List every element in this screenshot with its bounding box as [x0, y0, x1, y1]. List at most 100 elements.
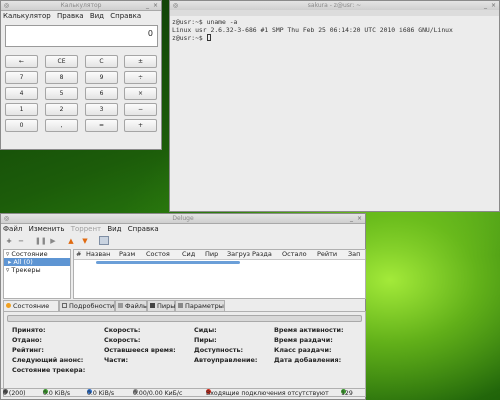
statusbar: 0 (200) 0.0 KiB/s 0.0 KiB/s 0.00/0.00 Kи…	[1, 388, 365, 399]
sidebar-trackers-label: Трекеры	[11, 266, 41, 274]
terminal-line: Linux usr 2.6.32-3-686 #1 SMP Thu Feb 25…	[172, 26, 453, 34]
status-field-label: Следующий анонс:	[12, 356, 84, 364]
calc-key-zero[interactable]: 0	[5, 119, 38, 132]
scrollbar-thumb[interactable]	[96, 261, 240, 264]
torrent-progress-bar	[7, 315, 362, 322]
menu-file[interactable]: Файл	[3, 225, 22, 233]
deluge-toolbar: + − ❚❚ ▶ ▲ ▼	[1, 234, 365, 248]
column-header[interactable]: Загруз	[227, 250, 250, 259]
terminal-prompt-line: z@usr:~$	[172, 34, 497, 42]
calc-key-six[interactable]: 6	[85, 87, 118, 100]
column-header[interactable]: Разм	[119, 250, 135, 259]
tab-options[interactable]: Параметры	[175, 300, 225, 311]
sidebar-header-trackers[interactable]: ▿ Трекеры	[4, 266, 70, 274]
sidebar-header-state[interactable]: ▿ Состояние	[4, 250, 70, 258]
torrent-list-header: # Назван Разм Состоя Сид Пир Загруз Разда Остало…	[74, 250, 365, 260]
menu-torrent[interactable]: Торрент	[71, 225, 101, 233]
calculator-window: ◎ Калькулятор _ × Калькулятор Правка Вид…	[0, 0, 162, 150]
menu-view[interactable]: Вид	[107, 225, 121, 233]
column-header[interactable]: Состоя	[146, 250, 170, 259]
column-header[interactable]: #	[76, 250, 81, 259]
minimize-icon[interactable]: _	[348, 215, 355, 222]
tab-peers[interactable]: Пиры	[147, 300, 175, 311]
calc-key-nine[interactable]: 9	[85, 71, 118, 84]
calc-key-plus[interactable]: +	[124, 119, 157, 132]
torrent-list[interactable]: # Назван Разм Состоя Сид Пир Загруз Разда Остало…	[73, 249, 366, 299]
calc-key-clear[interactable]: C	[85, 55, 118, 68]
calc-key-plus-minus[interactable]: ±	[124, 55, 157, 68]
status-field-label: Оставшееся время:	[104, 346, 176, 354]
column-header[interactable]: Остало	[282, 250, 307, 259]
calculator-title: Калькулятор	[60, 2, 102, 9]
status-field-label: Дата добавления:	[274, 356, 342, 364]
menu-calculator[interactable]: Калькулятор	[3, 12, 51, 20]
menu-edit[interactable]: Изменить	[29, 225, 65, 233]
terminal-output[interactable]: z@usr:~$ uname -a Linux usr 2.6.32-3-686 …	[170, 16, 499, 211]
calc-key-seven[interactable]: 7	[5, 71, 38, 84]
calc-key-two[interactable]: 2	[45, 103, 78, 116]
calc-key-backspace[interactable]: ←	[5, 55, 38, 68]
calc-key-four[interactable]: 4	[5, 87, 38, 100]
tab-files[interactable]: Файлы	[115, 300, 149, 311]
status-field-label: Доступность:	[194, 346, 244, 354]
column-header[interactable]: Зап	[348, 250, 360, 259]
column-header[interactable]: Пир	[205, 250, 218, 259]
calc-key-one[interactable]: 1	[5, 103, 38, 116]
deluge-title: Deluge	[172, 215, 194, 222]
column-header[interactable]: Сид	[182, 250, 195, 259]
pause-icon[interactable]: ❚❚	[35, 237, 47, 245]
column-header[interactable]: Разда	[252, 250, 272, 259]
incoming-value: Входящие подключения отсутствуют	[206, 390, 329, 397]
calculator-display: 0	[5, 25, 158, 47]
remove-torrent-icon[interactable]: −	[17, 237, 25, 245]
download-value: 0.0 KiB/s	[43, 390, 71, 397]
details-tab-icon	[62, 303, 67, 308]
close-icon[interactable]: ×	[490, 2, 497, 9]
calc-key-divide[interactable]: ÷	[124, 71, 157, 84]
calc-key-five[interactable]: 5	[45, 87, 78, 100]
sidebar-item-all[interactable]: ▸ All (0)	[4, 258, 70, 266]
status-field-label: Пиры:	[194, 336, 217, 344]
status-field-label: Принято:	[12, 326, 46, 334]
calc-key-minus[interactable]: −	[124, 103, 157, 116]
minimize-icon[interactable]: _	[144, 2, 151, 9]
status-field-label: Сиды:	[194, 326, 217, 334]
calc-key-equals[interactable]: =	[85, 119, 118, 132]
minimize-icon[interactable]: _	[482, 2, 489, 9]
tab-files-label: Файлы	[125, 302, 149, 310]
calc-key-clear-entry[interactable]: CE	[45, 55, 78, 68]
deluge-menubar: Файл Изменить Торрент Вид Справка	[1, 224, 365, 234]
column-header[interactable]: Назван	[86, 250, 110, 259]
calculator-titlebar[interactable]: ◎ Калькулятор _ ×	[1, 1, 161, 11]
calc-key-multiply[interactable]: ×	[124, 87, 157, 100]
preferences-icon[interactable]	[99, 236, 109, 245]
peers-tab-icon	[150, 303, 155, 308]
calc-key-three[interactable]: 3	[85, 103, 118, 116]
column-header[interactable]: Рейти	[317, 250, 337, 259]
resume-icon[interactable]: ▶	[49, 237, 57, 245]
deluge-sidebar: ▿ Состояние ▸ All (0) ▿ Трекеры	[3, 249, 71, 299]
menu-help[interactable]: Справка	[128, 225, 159, 233]
close-icon[interactable]: ×	[356, 215, 363, 222]
deluge-titlebar[interactable]: ◎ Deluge _ ×	[1, 214, 365, 224]
menu-edit[interactable]: Правка	[57, 12, 84, 20]
queue-down-icon[interactable]: ▼	[81, 237, 89, 245]
queue-up-icon[interactable]: ▲	[67, 237, 75, 245]
horizontal-scrollbar[interactable]	[74, 260, 365, 265]
tab-status-label: Состояние	[13, 302, 50, 310]
connections-value: 0 (200)	[3, 390, 26, 397]
terminal-window: ◎ sakura - z@usr: ~ _ × z@usr:~$ uname -…	[169, 0, 500, 212]
details-tabs: Состояние Подробности Файлы Пиры Парамет…	[3, 300, 366, 312]
menu-view[interactable]: Вид	[90, 12, 104, 20]
tab-details[interactable]: Подробности	[59, 300, 115, 311]
calc-key-decimal[interactable]: ,	[45, 119, 78, 132]
deluge-window: ◎ Deluge _ × Файл Изменить Торрент Вид С…	[0, 213, 366, 400]
dht-value: 129	[341, 390, 353, 397]
menu-help[interactable]: Справка	[110, 12, 141, 20]
add-torrent-icon[interactable]: +	[5, 237, 13, 245]
close-icon[interactable]: ×	[152, 2, 159, 9]
protocol-value: 0.00/0.00 KиБ/с	[133, 390, 183, 397]
calc-key-eight[interactable]: 8	[45, 71, 78, 84]
status-field-label: Рейтинг:	[12, 346, 44, 354]
sidebar-all-label: All (0)	[13, 258, 33, 266]
